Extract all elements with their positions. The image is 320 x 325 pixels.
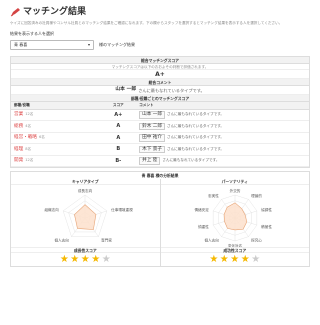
pencil-icon (10, 8, 20, 17)
person-comment: さんに最もなれているタイプです。 (166, 146, 225, 151)
person-name: 鈴木 二郎 (139, 122, 165, 131)
department-count: 4名 (25, 123, 32, 128)
department-score-header: 部署/役職ごとのマッチングスコア (11, 95, 309, 103)
career-star-rating: ★ ★ ★ ★ ★ (11, 253, 160, 266)
department-count: 12名 (25, 158, 34, 163)
career-axis-label: 成長志向 (78, 188, 93, 193)
comment-person: 山本 一郎 (115, 87, 137, 93)
selector-label: 結果を表示する人を選択 (10, 31, 54, 37)
career-star-icon: ★ (59, 253, 69, 265)
person-name: 木下 景子 (139, 145, 165, 154)
personality-axis-label: 慎重性 (198, 224, 209, 229)
person-comment: さんに最もなれているタイプです。 (166, 112, 225, 117)
analysis-block: 青 春喜 様の分析結果 キャリアタイプ 成長志向 仕事環境重視 専門家 個人志向 組織志… (10, 171, 310, 268)
personality-chart-panel: パーソナリティ 外交的 理論的 協調性 積極性 探究心 変化対応 個人志向 慎重性 情緒安定 忠実… (160, 179, 310, 266)
career-axis-label: 専門家 (101, 238, 112, 243)
chevron-down-icon: ▾ (87, 41, 90, 47)
department-score: A (100, 120, 137, 133)
analysis-header: 青 春喜 様の分析結果 (141, 173, 179, 179)
career-axis-label: 組織志向 (45, 207, 60, 212)
department-count: 12名 (25, 112, 34, 117)
col-comment: コメント (136, 102, 309, 110)
career-axis-label: 個人志向 (55, 238, 70, 243)
page-title-text: マッチング結果 (23, 6, 87, 17)
career-star-icon: ★ (70, 253, 80, 265)
career-radar-chart: 成長志向仕事環境重視専門家 個人志向 組織志向 (45, 188, 134, 243)
department-score: B (100, 143, 137, 156)
col-department: 部署/役職 (11, 102, 101, 110)
personality-axis-label: 探究心 (251, 238, 262, 243)
department-name: 開発 (14, 158, 24, 164)
department-comment: 井上 陸さんに最もなれているタイプです。 (136, 155, 309, 168)
personality-axis-label: 変化対応 (228, 243, 243, 247)
department-row: 経営・戦略 6名 A 田中 祐介 さんに最もなれているタイプです。 (11, 132, 309, 145)
department-comment: 田中 祐介 さんに最もなれているタイプです。 (136, 132, 309, 145)
personality-star-rating: ★ ★ ★ ★ ★ (161, 253, 310, 266)
overall-score-block: 総合マッチングスコア マッチングスコアは以下のおおよその判断で評価されます。 A… (10, 56, 310, 169)
career-star-icon: ★ (101, 253, 111, 265)
department-cell: 総務 4名 (11, 120, 101, 133)
personality-star-icon: ★ (209, 253, 219, 265)
overall-score-value: A+ (11, 70, 309, 80)
department-row: 経理 8名 B 木下 景子 さんに最もなれているタイプです。 (11, 143, 309, 156)
person-select-value: 青 春喜 (14, 41, 28, 47)
department-comment: 木下 景子 さんに最もなれているタイプです。 (136, 143, 309, 156)
overall-comment: 山本 一郎 さんに最もなれているタイプです。 (11, 86, 309, 96)
department-score-table: 部署/役職 スコア コメント 営業 12名 A+ 山本 一郎 さんに最もなれているタイプ… (11, 102, 309, 168)
overall-comment-header: 総合コメント (11, 79, 309, 87)
person-comment: さんに最もなれているタイプです。 (162, 158, 220, 163)
department-row: 総務 4名 A 鈴木 二郎 さんに最もなれているタイプです。 (11, 120, 309, 133)
department-cell: 経営・戦略 6名 (11, 132, 101, 145)
career-star-icon: ★ (91, 253, 101, 265)
page-title: マッチング結果 (10, 6, 310, 18)
comment-text: さんに最もなれているタイプです。 (138, 87, 205, 93)
personality-axis-label: 情緒安定 (194, 207, 209, 212)
personality-axis-label: 理論的 (251, 193, 262, 198)
personality-star-icon: ★ (240, 253, 250, 265)
department-cell: 営業 12名 (11, 109, 101, 122)
department-row: 営業 12名 A+ 山本 一郎 さんに最もなれているタイプです。 (11, 109, 309, 122)
department-name: 総務 (14, 123, 24, 129)
matching-result-page: マッチング結果 ケイズに回答済みの社員様やコンサル社員とのマッチング結果をご確認… (0, 0, 320, 325)
personality-axis-label: 忠実性 (208, 193, 219, 198)
person-name: 山本 一郎 (139, 111, 165, 119)
person-comment: さんに最もなれているタイプです。 (166, 123, 225, 128)
personality-axis-label: 協調性 (261, 207, 272, 212)
department-score: A (100, 132, 137, 145)
department-score: B- (100, 155, 137, 168)
department-score: A+ (100, 109, 137, 122)
personality-radar-chart: 外交的理論的協調性積極性探究心変化対応 個人志向 慎重性 情緒安定 忠実性 (194, 188, 272, 247)
overall-score-header: 総合マッチングスコア (11, 57, 309, 65)
department-comment: 山本 一郎 さんに最もなれているタイプです。 (136, 109, 309, 122)
person-name: 田中 祐介 (139, 134, 165, 142)
personality-radar-shape (223, 202, 247, 231)
personality-axis-label: 個人志向 (204, 238, 219, 243)
personality-star-icon: ★ (230, 253, 240, 265)
department-name: 営業 (14, 112, 24, 118)
personality-star-icon: ★ (219, 253, 229, 265)
career-axis-label: 仕事環境重視 (111, 207, 133, 212)
personality-axis-label: 外交的 (229, 188, 240, 193)
selector-row: 青 春喜 ▾ 様のマッチング結果 (10, 40, 310, 51)
department-cell: 経理 8名 (11, 143, 101, 156)
career-star-icon: ★ (80, 253, 90, 265)
department-cell: 開発 12名 (11, 155, 101, 168)
department-row: 開発 12名 B- 井上 陸さんに最もなれているタイプです。 (11, 155, 309, 168)
col-score: スコア (100, 102, 137, 110)
person-select[interactable]: 青 春喜 ▾ (10, 40, 94, 51)
personality-axis-label: 積極性 (261, 224, 272, 229)
career-chart-panel: キャリアタイプ 成長志向 仕事環境重視 専門家 個人志向 組織志向 成長性スコア ★ ★ ★… (11, 179, 161, 267)
department-count: 6名 (38, 135, 45, 140)
department-comment: 鈴木 二郎 さんに最もなれているタイプです。 (136, 120, 309, 133)
person-comment: さんに最もなれているタイプです。 (166, 135, 225, 140)
department-name: 経理 (14, 146, 24, 152)
selector-suffix: 様のマッチング結果 (99, 41, 135, 47)
career-radar-shape (74, 204, 97, 230)
page-description: ケイズに回答済みの社員様やコンサル社員とのマッチング結果をご確認になれます。下の… (10, 21, 283, 25)
personality-star-icon: ★ (251, 253, 261, 265)
department-name: 経営・戦略 (14, 135, 37, 141)
department-count: 8名 (25, 146, 32, 151)
person-name: 井上 陸 (139, 157, 161, 165)
